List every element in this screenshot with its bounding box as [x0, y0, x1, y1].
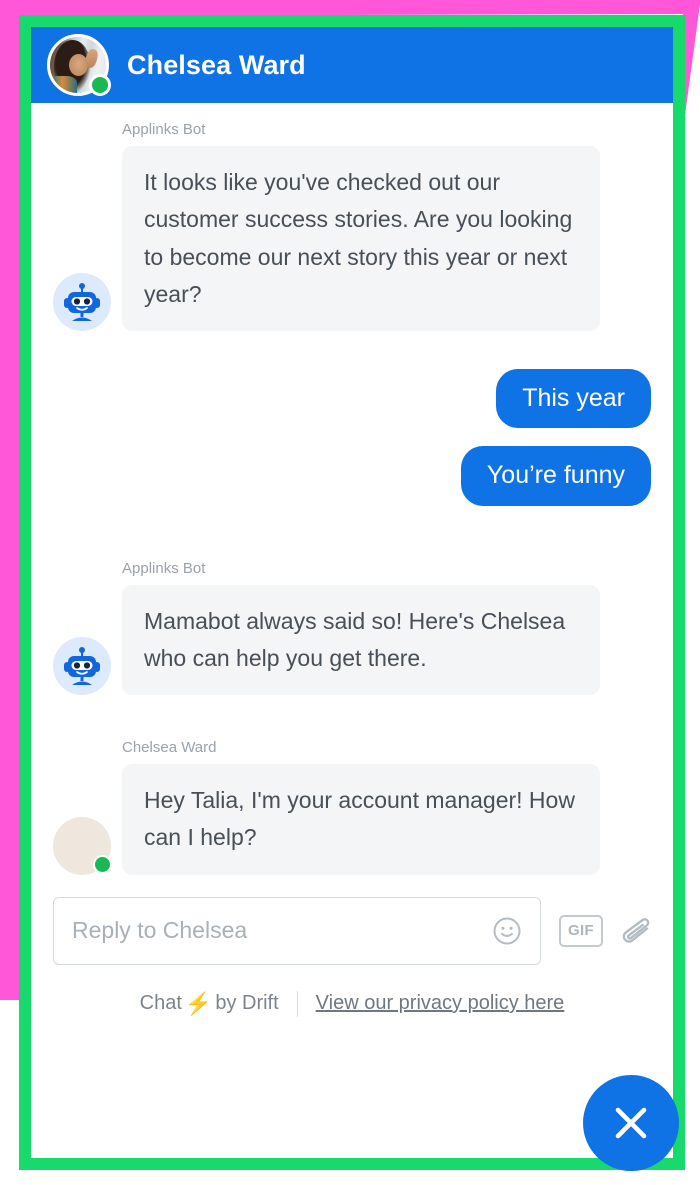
message-bubble: Hey Talia, I'm your account manager! How…: [122, 764, 600, 875]
message-sender-label: Applinks Bot: [122, 121, 206, 138]
message-row: Mamabot always said so! Here's Chelsea w…: [53, 584, 651, 695]
brand-prefix: Chat: [139, 992, 182, 1014]
close-chat-button[interactable]: [583, 1075, 679, 1171]
privacy-policy-link[interactable]: View our privacy policy here: [316, 992, 565, 1015]
bot-avatar: [53, 273, 111, 331]
brand-suffix: by Drift: [215, 992, 279, 1014]
smiley-icon[interactable]: [492, 916, 522, 946]
gif-label: GIF: [568, 922, 594, 939]
bot-avatar: [53, 637, 111, 695]
conversation-list: Applinks Bot It looks like you've checke…: [31, 103, 673, 875]
message-bubble: It looks like you've checked out our cus…: [122, 146, 600, 331]
gif-button[interactable]: GIF: [559, 914, 603, 947]
message-bubble-sent: You’re funny: [460, 446, 651, 506]
robot-icon: [53, 637, 111, 695]
widget-header: Chelsea Ward: [31, 27, 673, 103]
reply-input-wrapper[interactable]: [53, 896, 541, 965]
online-status-dot: [93, 854, 112, 874]
message-bubble-sent: This year: [496, 369, 651, 429]
footer-divider: [296, 990, 298, 1017]
message-row: It looks like you've checked out our cus…: [53, 146, 651, 331]
robot-icon-glyph: [64, 647, 100, 685]
paperclip-icon[interactable]: [617, 912, 651, 950]
agent-avatar: [53, 816, 112, 875]
robot-icon: [53, 273, 111, 331]
widget-footer: Chat ⚡ by Drift View our privacy policy …: [31, 990, 673, 1017]
message-row: You’re funny: [53, 446, 651, 506]
message-row: Hey Talia, I'm your account manager! How…: [53, 764, 651, 875]
message-bubble: Mamabot always said so! Here's Chelsea w…: [122, 584, 600, 695]
header-avatar: [47, 34, 111, 96]
online-status-dot: [89, 74, 111, 96]
reply-input[interactable]: [72, 917, 492, 944]
header-title: Chelsea Ward: [127, 49, 306, 80]
screenshot-root: Chelsea Ward Applinks Bot It looks like …: [0, 0, 700, 1185]
drift-chat-widget: Chelsea Ward Applinks Bot It looks like …: [31, 27, 673, 1158]
message-composer: GIF: [31, 896, 673, 965]
close-icon: [615, 1107, 647, 1139]
message-sender-label: Applinks Bot: [122, 559, 206, 577]
message-sender-label: Chelsea Ward: [122, 739, 217, 756]
lightning-bolt-icon: ⚡: [184, 990, 213, 1016]
robot-icon-glyph: [64, 283, 100, 321]
message-row: This year: [53, 369, 651, 429]
